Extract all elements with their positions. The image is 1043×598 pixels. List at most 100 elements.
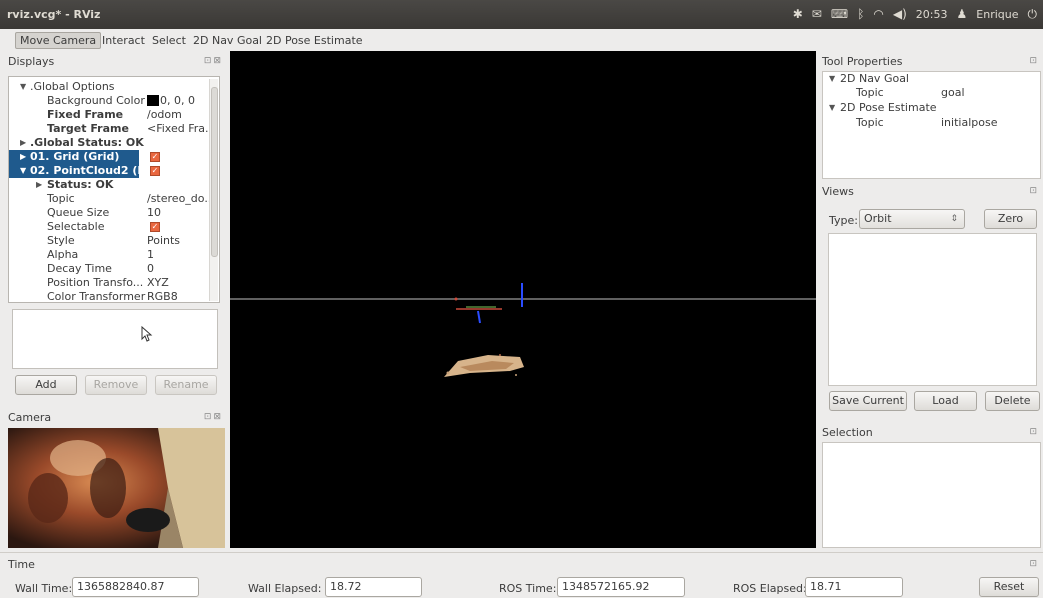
collapsed-arrow-icon[interactable]: ▶ (36, 178, 42, 192)
reset-time-button[interactable]: Reset (979, 577, 1039, 597)
tree-row-fixed-frame[interactable]: Fixed Frame /odom (9, 108, 209, 122)
camera-image (8, 428, 225, 548)
wall-time-field[interactable]: 1365882840.87 (72, 577, 199, 597)
tree-row-global-status[interactable]: ▶ .Global Status: OK (9, 136, 209, 150)
window-titlebar: rviz.vcg* - RViz ✱ ✉ ⌨ ᛒ ◠ ◀) 20:53 ♟ En… (0, 0, 1043, 29)
ros-elapsed-label: ROS Elapsed: (733, 582, 807, 595)
add-display-button[interactable]: Add (15, 375, 77, 395)
time-panel-divider (0, 552, 1043, 553)
collapsed-arrow-icon[interactable]: ▶ (20, 150, 26, 164)
camera-feed-image (8, 428, 225, 548)
tree-row-color-transformer[interactable]: Color Transformer RGB8 (9, 290, 209, 302)
wifi-icon[interactable]: ◠ (873, 7, 883, 21)
tools-toolbar: Move Camera Interact Select 2D Nav Goal … (0, 29, 1043, 51)
expand-arrow-icon[interactable]: ▼ (829, 72, 835, 86)
time-panel-title: Time (8, 558, 35, 571)
system-tray: ✱ ✉ ⌨ ᛒ ◠ ◀) 20:53 ♟ Enrique ⏻ (793, 7, 1037, 21)
power-icon[interactable]: ⏻ (1028, 7, 1038, 21)
tree-row-status[interactable]: ▶ Status: OK (9, 178, 209, 192)
views-list[interactable] (828, 233, 1037, 386)
panel-float-icon[interactable]: ⊡ (1029, 559, 1039, 569)
window-title: rviz.vcg* - RViz (7, 8, 101, 21)
expand-arrow-icon[interactable]: ▼ (20, 80, 26, 94)
save-current-view-button[interactable]: Save Current (829, 391, 907, 411)
tree-row-topic[interactable]: Topic /stereo_do... (9, 192, 215, 206)
tool-properties-tree[interactable]: ▼ 2D Nav Goal Topic goal ▼ 2D Pose Estim… (822, 71, 1041, 179)
expand-arrow-icon[interactable]: ▼ (829, 101, 835, 115)
clock[interactable]: 20:53 (916, 8, 948, 21)
tree-row-global-options[interactable]: ▼ .Global Options (9, 80, 209, 94)
user-icon: ♟ (956, 7, 968, 21)
2d-nav-goal-tool[interactable]: 2D Nav Goal (188, 32, 267, 49)
zero-view-button[interactable]: Zero (984, 209, 1037, 229)
selection-tree[interactable] (822, 442, 1041, 548)
panel-float-icon[interactable]: ⊡ (1029, 56, 1039, 66)
wall-elapsed-field[interactable]: 18.72 (325, 577, 422, 597)
bluetooth-icon[interactable]: ᛒ (857, 7, 864, 21)
tree-row-target-frame[interactable]: Target Frame <Fixed Fra... (9, 122, 216, 136)
tree-row-decay-time[interactable]: Decay Time 0 (9, 262, 209, 276)
displays-panel-header: Displays ⊡⊠ (8, 55, 225, 71)
camera-panel-header: Camera ⊡⊠ (8, 411, 225, 427)
pointcloud2-enabled-checkbox[interactable]: ✓ (150, 166, 160, 176)
displays-scrollbar[interactable] (209, 79, 218, 301)
tree-row-background-color[interactable]: Background Color 0, 0, 0 (9, 94, 209, 108)
selection-header: Selection ⊡ (822, 426, 1041, 442)
tool-row-nav-goal[interactable]: ▼ 2D Nav Goal (823, 72, 1023, 86)
interact-tool[interactable]: Interact (97, 32, 150, 49)
color-swatch[interactable] (147, 95, 159, 106)
move-camera-tool[interactable]: Move Camera (15, 32, 102, 49)
scrollbar-thumb[interactable] (211, 87, 218, 257)
tree-row-position-transformer[interactable]: Position Transfo... XYZ (9, 276, 209, 290)
load-view-button[interactable]: Load (914, 391, 977, 411)
remove-display-button[interactable]: Remove (85, 375, 147, 395)
tool-properties-title: Tool Properties (822, 55, 903, 68)
keyboard-icon[interactable]: ⌨ (831, 7, 848, 21)
mail-icon[interactable]: ✉ (812, 7, 822, 21)
camera-panel-title: Camera (8, 411, 52, 424)
view-type-label: Type: (829, 214, 858, 227)
delete-view-button[interactable]: Delete (985, 391, 1040, 411)
display-description-box (12, 309, 218, 369)
tool-row-pose-topic[interactable]: Topic initialpose (823, 116, 1023, 130)
view-type-select[interactable]: Orbit ⇕ (859, 209, 965, 229)
ros-time-label: ROS Time: (499, 582, 557, 595)
mouse-cursor-icon (141, 326, 153, 342)
tree-row-grid[interactable]: ▶ 01. Grid (Grid) (9, 150, 139, 164)
collapsed-arrow-icon[interactable]: ▶ (20, 136, 26, 150)
views-title: Views (822, 185, 854, 198)
tool-properties-header: Tool Properties ⊡ (822, 55, 1041, 71)
3d-scene[interactable] (230, 51, 816, 548)
wall-elapsed-label: Wall Elapsed: (248, 582, 322, 595)
3d-render-view[interactable] (230, 51, 816, 548)
views-header: Views ⊡ (822, 185, 1041, 201)
user-name[interactable]: Enrique (976, 8, 1018, 21)
wall-time-label: Wall Time: (15, 582, 73, 595)
tool-row-pose-estimate[interactable]: ▼ 2D Pose Estimate (823, 101, 1023, 115)
spinner-arrows-icon: ⇕ (950, 214, 958, 224)
tool-row-goal-topic[interactable]: Topic goal (823, 86, 1023, 100)
panel-float-close-icon[interactable]: ⊡⊠ (204, 56, 223, 66)
tree-row-alpha[interactable]: Alpha 1 (9, 248, 209, 262)
tree-row-pointcloud2[interactable]: ▼ 02. PointCloud2 (P... (9, 164, 156, 178)
panel-float-close-icon[interactable]: ⊡⊠ (204, 412, 223, 422)
selection-title: Selection (822, 426, 873, 439)
network-icon[interactable]: ✱ (793, 7, 803, 21)
panel-float-icon[interactable]: ⊡ (1029, 186, 1039, 196)
2d-pose-estimate-tool[interactable]: 2D Pose Estimate (261, 32, 368, 49)
tree-row-style[interactable]: Style Points (9, 234, 209, 248)
rename-display-button[interactable]: Rename (155, 375, 217, 395)
displays-panel-title: Displays (8, 55, 55, 68)
displays-tree[interactable]: ▼ .Global Options Background Color 0, 0,… (8, 76, 220, 303)
tree-row-selectable[interactable]: Selectable (9, 220, 209, 234)
expand-arrow-icon[interactable]: ▼ (20, 164, 26, 178)
grid-enabled-checkbox[interactable]: ✓ (150, 152, 160, 162)
ros-time-field[interactable]: 1348572165.92 (557, 577, 685, 597)
panel-float-icon[interactable]: ⊡ (1029, 427, 1039, 437)
tree-row-queue-size[interactable]: Queue Size 10 (9, 206, 209, 220)
ros-elapsed-field[interactable]: 18.71 (805, 577, 903, 597)
selectable-checkbox[interactable]: ✓ (150, 222, 160, 232)
select-tool[interactable]: Select (147, 32, 191, 49)
time-panel-header: Time ⊡ (8, 558, 1041, 574)
volume-icon[interactable]: ◀) (893, 7, 907, 21)
